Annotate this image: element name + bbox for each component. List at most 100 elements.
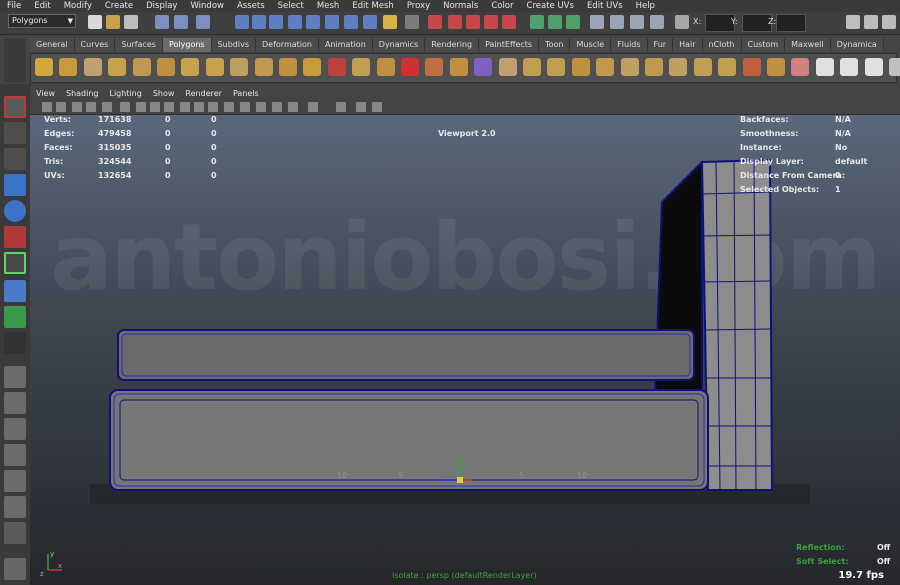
open-scene-icon[interactable] [106, 15, 120, 29]
poly-cone-icon[interactable] [108, 58, 127, 76]
rotate-tool-icon[interactable] [4, 200, 26, 222]
shelf-tab-toon[interactable]: Toon [539, 38, 571, 52]
menu-mesh[interactable]: Mesh [310, 1, 345, 11]
reduce-icon[interactable] [352, 58, 371, 76]
quick-layout-icon[interactable] [4, 558, 26, 580]
shelf-tab-maxwell[interactable]: Maxwell [785, 38, 831, 52]
shelf-tab-dynamics[interactable]: Dynamics [372, 38, 426, 52]
snap-curve-icon[interactable] [252, 15, 266, 29]
menu-modify[interactable]: Modify [57, 1, 98, 11]
shelf-tab-painteffects[interactable]: PaintEffects [479, 38, 540, 52]
scale-tool-icon[interactable] [4, 226, 26, 248]
insert-edge-loop-icon[interactable] [718, 58, 737, 76]
shelf-tab-general[interactable]: General [30, 38, 75, 52]
shelf-tab-animation[interactable]: Animation [318, 38, 373, 52]
render-frame-icon[interactable] [428, 15, 442, 29]
menu-color[interactable]: Color [484, 1, 519, 11]
absolute-mode-icon[interactable] [650, 15, 664, 29]
camera-icon[interactable] [590, 15, 604, 29]
extract-icon[interactable] [449, 58, 468, 76]
cylindrical-map-icon[interactable] [815, 58, 834, 76]
hypershade-icon[interactable] [484, 15, 498, 29]
z-coord-field[interactable] [776, 14, 806, 32]
shelf-tab-ncloth[interactable]: nCloth [702, 38, 742, 52]
poly-cube-icon[interactable] [59, 58, 78, 76]
menu-normals[interactable]: Normals [436, 1, 484, 11]
shelf-menu-handle[interactable] [4, 38, 26, 82]
snap-surface-icon[interactable] [306, 15, 320, 29]
poly-helix-icon[interactable] [254, 58, 273, 76]
snap-view-icon[interactable] [288, 15, 302, 29]
panel-single-icon[interactable] [566, 15, 580, 29]
layout-graph-icon[interactable] [4, 444, 26, 466]
select-object-icon[interactable] [174, 15, 188, 29]
display-icon[interactable] [610, 15, 624, 29]
shelf-tab-polygons[interactable]: Polygons [162, 38, 212, 52]
menu-proxy[interactable]: Proxy [400, 1, 436, 11]
shelf-tab-fluids[interactable]: Fluids [611, 38, 648, 52]
menu-window[interactable]: Window [183, 1, 230, 11]
ipr-render-icon[interactable] [448, 15, 462, 29]
perspective-viewport[interactable]: View Shading Lighting Show Renderer Panels an… [30, 86, 900, 585]
back-panel-front-face[interactable] [700, 158, 774, 491]
make-live-icon[interactable] [325, 15, 339, 29]
shelf-tab-subdivs[interactable]: Subdivs [211, 38, 257, 52]
sculpt-icon[interactable] [376, 58, 395, 76]
layout-hypershade-icon[interactable] [4, 470, 26, 492]
upper-slab[interactable] [117, 329, 695, 381]
shelf-tab-curves[interactable]: Curves [74, 38, 116, 52]
menu-assets[interactable]: Assets [230, 1, 271, 11]
move-tool-icon[interactable] [4, 174, 26, 196]
shelf-tab-surfaces[interactable]: Surfaces [115, 38, 163, 52]
bevel-icon[interactable] [620, 58, 639, 76]
shelf-tab-muscle[interactable]: Muscle [570, 38, 612, 52]
shelf-tab-hair[interactable]: Hair [673, 38, 703, 52]
poly-soccer-ball-icon[interactable] [279, 58, 297, 76]
lasso-tool-icon[interactable] [4, 122, 26, 144]
spherical-map-icon[interactable] [840, 58, 859, 76]
poly-plane-icon[interactable] [132, 58, 151, 76]
shelf-tab-custom[interactable]: Custom [741, 38, 786, 52]
save-scene-icon[interactable] [124, 15, 138, 29]
duplicate-face-icon[interactable] [767, 58, 785, 76]
tool-settings-icon[interactable] [864, 15, 878, 29]
menu-file[interactable]: File [0, 1, 27, 11]
fill-hole-icon[interactable] [571, 58, 590, 76]
menu-edit-mesh[interactable]: Edit Mesh [345, 1, 400, 11]
select-hierarchy-icon[interactable] [155, 15, 169, 29]
menu-display[interactable]: Display [139, 1, 183, 11]
menu-edit-uvs[interactable]: Edit UVs [580, 1, 629, 11]
layout-options-icon[interactable] [4, 522, 26, 544]
snap-point-icon[interactable] [269, 15, 283, 29]
help-line-icon[interactable] [363, 15, 377, 29]
menu-set-selector[interactable]: Polygons ▼ [8, 14, 76, 28]
shelf-tab-dynamica[interactable]: Dynamica [830, 38, 884, 52]
separate-icon[interactable] [425, 58, 444, 76]
uv-editor-icon[interactable] [889, 58, 900, 76]
menu-create-uvs[interactable]: Create UVs [520, 1, 580, 11]
channel-box-icon[interactable] [882, 15, 896, 29]
attribute-editor-icon[interactable] [846, 15, 860, 29]
extrude-icon[interactable] [596, 58, 615, 76]
bridge-icon[interactable] [523, 58, 541, 76]
planar-map-icon[interactable] [791, 58, 810, 76]
menu-help[interactable]: Help [629, 1, 661, 11]
poly-cylinder-icon[interactable] [83, 58, 102, 76]
split-icon[interactable] [693, 58, 712, 76]
combine-icon[interactable] [401, 58, 419, 76]
append-icon[interactable] [547, 58, 566, 76]
boolean-icon[interactable] [474, 58, 493, 76]
mirror-icon[interactable] [498, 58, 517, 76]
merge-icon[interactable] [645, 58, 663, 76]
manipulator-center[interactable] [457, 477, 463, 483]
poly-sphere-icon[interactable] [35, 58, 53, 76]
paint-select-tool-icon[interactable] [4, 148, 26, 170]
panel-split-icon[interactable] [548, 15, 562, 29]
poly-platonic-icon[interactable] [303, 58, 322, 76]
soft-mod-tool-icon[interactable] [4, 280, 26, 302]
lock-icon[interactable] [383, 15, 397, 29]
layout-outliner-icon[interactable] [4, 418, 26, 440]
shelf-tab-fur[interactable]: Fur [647, 38, 674, 52]
new-scene-icon[interactable] [88, 15, 102, 29]
numeric-input-icon[interactable] [675, 15, 689, 29]
